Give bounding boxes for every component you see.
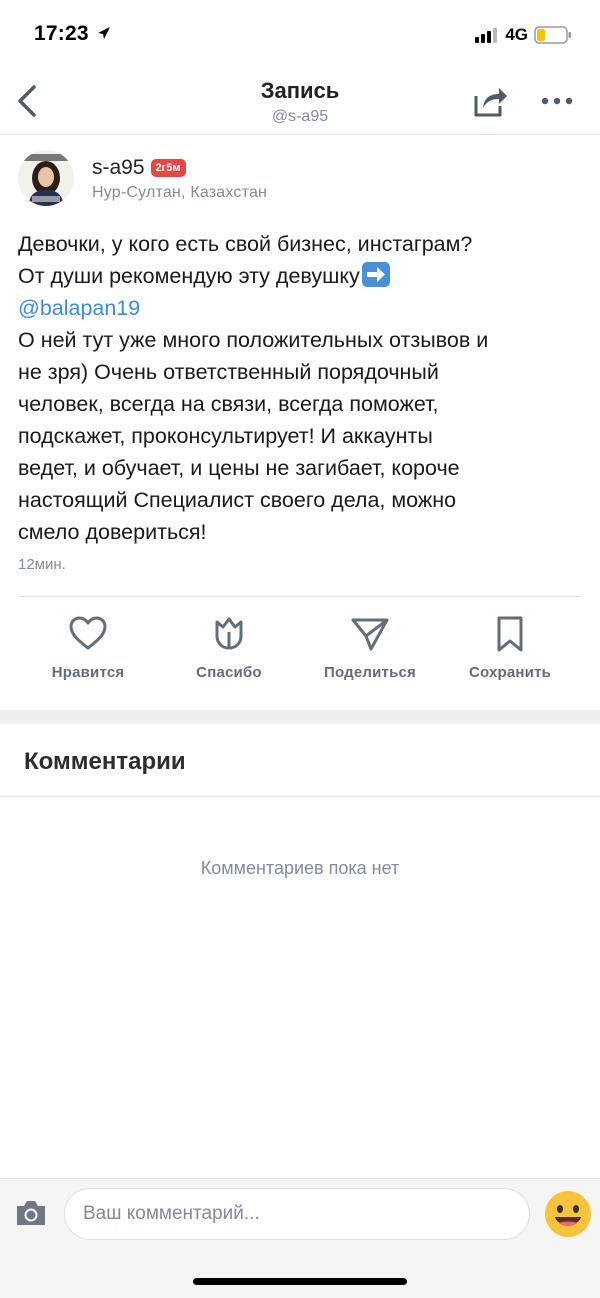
avatar[interactable] xyxy=(18,150,74,206)
location-arrow-icon xyxy=(97,27,110,39)
mention-link[interactable]: @balapan19 xyxy=(18,292,588,324)
share-out-button[interactable] xyxy=(472,84,508,123)
author-location: Нур-Султан, Казахстан xyxy=(92,184,268,201)
save-label: Сохранить xyxy=(468,664,552,681)
post-line: О ней тут уже много положительных отзыво… xyxy=(18,328,489,352)
page-subtitle: @s-a95 xyxy=(271,108,329,125)
post-line: смело довериться! xyxy=(18,520,207,544)
section-separator xyxy=(0,710,600,724)
post-line-with-emoji: От души рекомендую эту девушку xyxy=(18,260,588,292)
post-line: ведет, и обучает, и цены не загибает, ко… xyxy=(18,456,460,480)
post-divider xyxy=(18,596,582,597)
comments-divider xyxy=(0,796,600,797)
post-timestamp: 12мин. xyxy=(18,556,66,573)
thanks-label: Спасибо xyxy=(196,664,262,681)
right-arrow-emoji-icon xyxy=(361,262,390,287)
camera-button[interactable] xyxy=(14,1198,48,1233)
save-button[interactable]: Сохранить xyxy=(440,614,580,681)
share-button[interactable]: Поделиться xyxy=(300,614,440,681)
network-label: 4G xyxy=(505,25,528,44)
thanks-button[interactable]: Спасибо xyxy=(159,614,299,681)
signal-icon xyxy=(475,28,498,43)
post-line: подскажет, проконсультирует! И аккаунты xyxy=(18,424,433,448)
post-line: настоящий Специалист своего дела, можно xyxy=(18,488,457,512)
camera-icon xyxy=(17,1201,45,1225)
comment-input[interactable] xyxy=(65,1189,529,1239)
emoji-button[interactable] xyxy=(544,1190,592,1243)
battery-icon xyxy=(534,26,571,44)
share-label: Поделиться xyxy=(323,664,417,681)
comments-title: Комментарии xyxy=(24,748,186,775)
more-dots-icon xyxy=(541,97,573,105)
like-label: Нравится xyxy=(51,664,125,681)
header-divider xyxy=(0,134,600,135)
heart-icon xyxy=(69,616,107,650)
author-row: s-a95 2г5м xyxy=(92,156,186,180)
smile-emoji-icon xyxy=(545,1191,591,1237)
share-out-icon xyxy=(474,88,507,117)
home-indicator xyxy=(193,1278,407,1285)
post-line: не зря) Очень ответственный порядочный xyxy=(18,360,439,384)
post-line: человек, всегда на связи, всегда поможет… xyxy=(18,392,439,416)
page-title: Запись xyxy=(260,78,340,103)
avatar-photo-icon xyxy=(18,150,74,206)
bookmark-icon xyxy=(497,616,523,652)
paper-plane-icon xyxy=(351,618,389,651)
age-badge: 2г5м xyxy=(150,159,186,177)
status-time: 17:23 xyxy=(34,22,111,46)
comment-input-wrapper[interactable] xyxy=(64,1188,530,1240)
post-actions: Нравится Спасибо Поделиться Сохранить xyxy=(0,614,600,694)
tulip-icon xyxy=(215,617,243,650)
post-line: Девочки, у кого есть свой бизнес, инстаг… xyxy=(18,232,473,256)
like-button[interactable]: Нравится xyxy=(18,614,158,681)
status-indicators: 4G xyxy=(475,22,572,48)
empty-comments-text: Комментариев пока нет xyxy=(200,858,400,878)
post-line: От души рекомендую эту девушку xyxy=(18,264,360,288)
post-text: Девочки, у кого есть свой бизнес, инстаг… xyxy=(18,228,588,548)
more-button[interactable] xyxy=(540,94,574,112)
author-name[interactable]: s-a95 xyxy=(92,156,145,180)
